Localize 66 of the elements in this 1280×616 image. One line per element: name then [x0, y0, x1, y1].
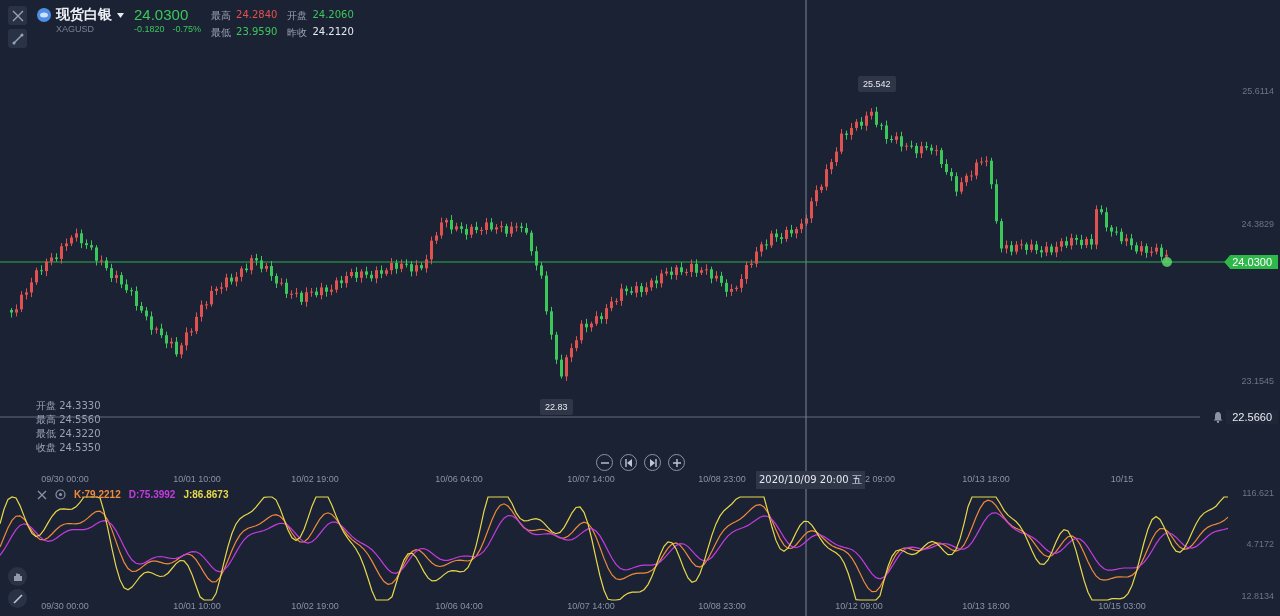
stat-value: 24.2060 [312, 9, 354, 22]
time-axis-label: 2 09:00 [865, 474, 895, 484]
stat-label: 昨收 [287, 26, 308, 40]
settings-icon[interactable] [55, 489, 66, 500]
time-axis-label: 10/02 19:00 [291, 474, 339, 484]
stat-value: 24.2120 [312, 26, 354, 39]
indicator-value: D:75.3992 [128, 489, 176, 500]
last-price-glow [1162, 257, 1172, 267]
high-price-callout: 25.542 [858, 76, 896, 92]
caret-icon[interactable] [117, 12, 124, 18]
ohlc-readout: 最高 24.5560 [36, 413, 101, 427]
instrument-name[interactable]: 现货白银 [56, 6, 112, 24]
line-tool-icon [11, 32, 24, 45]
draw-tool-button[interactable] [8, 29, 27, 48]
stat-value: 24.2840 [236, 9, 278, 22]
indicator-value: J:86.8673 [183, 489, 229, 500]
alert-price-tag: 22.5660 [1226, 410, 1278, 424]
time-axis-label: 10/07 14:00 [567, 601, 615, 611]
close-icon [11, 9, 24, 22]
price-axis-label: 24.3829 [1241, 219, 1274, 229]
time-axis-label: 10/13 18:00 [962, 474, 1010, 484]
stat-label: 最高 [211, 9, 232, 23]
instrument-symbol: XAGUSD [56, 24, 95, 34]
time-axis-label: 10/15 [1110, 474, 1134, 484]
price-change: -0.1820 [134, 24, 165, 34]
time-axis-label: 10/12 09:00 [835, 601, 883, 611]
indicator-axis-label: 116.621 [1242, 488, 1274, 498]
time-axis-label: 10/06 04:00 [435, 601, 483, 611]
pencil-tool-button[interactable] [8, 589, 27, 608]
ohlc-readout: 开盘 24.3330 [36, 399, 101, 413]
time-axis-label: 10/01 10:00 [173, 474, 221, 484]
ohlc-readout: 最低 24.3220 [36, 427, 101, 441]
price-axis-label: 25.6114 [1242, 86, 1274, 96]
plus-icon [672, 458, 681, 467]
hand-tool-button[interactable] [8, 567, 27, 586]
time-axis-label: 09/30 00:00 [41, 474, 89, 484]
pencil-icon [12, 593, 23, 604]
hand-icon [12, 571, 23, 582]
time-axis-label: 10/02 19:00 [291, 601, 339, 611]
low-price-callout: 22.83 [540, 399, 573, 415]
indicator-value: K:79.2212 [74, 489, 121, 500]
indicator-axis-label: 4.7172 [1246, 539, 1274, 549]
time-axis-label: 10/15 03:00 [1098, 601, 1146, 611]
bell-icon[interactable] [1212, 411, 1224, 423]
time-axis-label: 09/30 00:00 [41, 601, 89, 611]
time-axis-label: 10/06 04:00 [435, 474, 483, 484]
indicator-axis-label: 12.8134 [1241, 591, 1274, 601]
skip-forward-icon [648, 458, 657, 467]
crosshair-time-label: 2020/10/09 20:00 五 [756, 471, 865, 489]
time-axis-label: 10/07 14:00 [567, 474, 615, 484]
current-price: 24.0300 [134, 6, 190, 23]
stat-label: 最低 [211, 26, 232, 40]
time-axis-label: 10/08 23:00 [698, 601, 746, 611]
percent-change: -0.75% [172, 24, 202, 34]
skip-back-icon [624, 458, 633, 467]
close-icon[interactable] [37, 489, 47, 500]
close-button[interactable] [8, 6, 27, 25]
last-price-tag: 24.0300 [1224, 255, 1278, 269]
price-axis-label: 23.1545 [1241, 376, 1274, 386]
time-axis-label: 10/08 23:00 [698, 474, 746, 484]
ohlc-readout: 收盘 24.5350 [36, 441, 101, 455]
time-axis-label: 10/01 10:00 [173, 601, 221, 611]
time-axis-label: 10/13 18:00 [962, 601, 1010, 611]
stat-value: 23.9590 [236, 26, 278, 39]
coin-icon [37, 8, 51, 22]
stat-label: 开盘 [287, 9, 308, 23]
